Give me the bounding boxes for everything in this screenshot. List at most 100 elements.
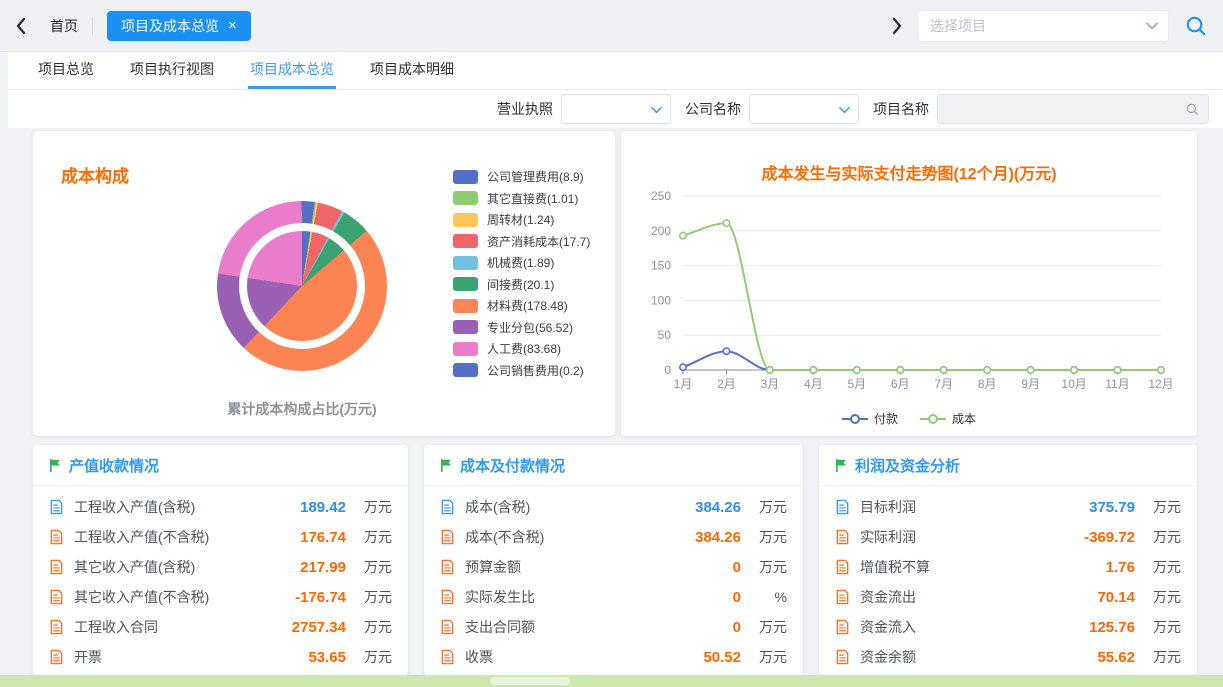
pie-legend-item[interactable]: 人工费(83.68) bbox=[453, 338, 590, 360]
metric-unit: 万元 bbox=[346, 497, 392, 517]
panel-title: 产值收款情况 bbox=[69, 455, 159, 476]
metric-label: 收票 bbox=[465, 647, 493, 667]
metric-unit: 万元 bbox=[1135, 527, 1181, 547]
series-marker bbox=[723, 348, 729, 354]
pie-legend-item[interactable]: 资产消耗成本(17.7) bbox=[453, 231, 590, 253]
svg-text:3月: 3月 bbox=[761, 377, 780, 391]
search-icon[interactable] bbox=[1185, 102, 1199, 116]
legend-label: 资产消耗成本(17.7) bbox=[487, 233, 590, 250]
license-filter-label: 营业执照 bbox=[497, 99, 553, 119]
document-icon bbox=[440, 649, 455, 665]
pie-legend-item[interactable]: 其它直接费(1.01) bbox=[453, 188, 590, 210]
metric-value: 384.26 bbox=[695, 529, 741, 546]
horizontal-scrollbar[interactable] bbox=[0, 675, 1223, 687]
chevron-down-icon bbox=[1146, 22, 1158, 30]
flag-icon bbox=[440, 458, 453, 473]
project-select[interactable] bbox=[917, 10, 1169, 42]
pie-legend-item[interactable]: 机械费(1.89) bbox=[453, 252, 590, 274]
forward-chevron-icon[interactable] bbox=[892, 18, 902, 34]
svg-text:8月: 8月 bbox=[978, 377, 997, 391]
nav-tab-3[interactable]: 项目成本总览 bbox=[248, 52, 336, 89]
metric-unit: 万元 bbox=[346, 617, 392, 637]
metric-value: 70.14 bbox=[1097, 589, 1135, 606]
metric-row: 工程收入产值(不含税) 176.74 万元 bbox=[49, 522, 392, 552]
metric-value: 0 bbox=[733, 559, 741, 576]
svg-text:250: 250 bbox=[651, 189, 671, 203]
metric-row: 其它收入产值(不含税) -176.74 万元 bbox=[49, 582, 392, 612]
legend-swatch bbox=[453, 213, 478, 227]
license-filter-select[interactable] bbox=[561, 94, 671, 124]
legend-label: 其它直接费(1.01) bbox=[487, 190, 578, 207]
metric-label: 实际利润 bbox=[860, 527, 916, 547]
legend-marker-icon bbox=[842, 413, 868, 425]
metric-value: 176.74 bbox=[300, 529, 346, 546]
dashboard-main: 成本构成 公司管理费用(8.9) 其它直接费(1.01) 周转材(1.24) 资… bbox=[0, 128, 1223, 687]
series-marker bbox=[680, 364, 686, 370]
document-icon bbox=[440, 499, 455, 515]
series-marker bbox=[680, 232, 686, 238]
metric-value: 2757.34 bbox=[292, 619, 346, 636]
line-legend-item[interactable]: 付款 bbox=[842, 410, 898, 427]
metric-row: 资金流入 125.76 万元 bbox=[835, 612, 1181, 642]
svg-text:50: 50 bbox=[658, 328, 672, 342]
legend-label: 人工费(83.68) bbox=[487, 340, 561, 357]
breadcrumb-tab-home[interactable]: 首页 bbox=[50, 16, 78, 36]
scrollbar-thumb[interactable] bbox=[490, 677, 570, 685]
metric-row: 成本(含税) 384.26 万元 bbox=[440, 492, 787, 522]
legend-swatch bbox=[453, 320, 478, 334]
metric-unit: 万元 bbox=[1135, 647, 1181, 667]
search-icon[interactable] bbox=[1184, 14, 1207, 37]
company-filter-select[interactable] bbox=[749, 94, 859, 124]
close-icon[interactable]: × bbox=[228, 18, 237, 33]
pie-legend-item[interactable]: 材料费(178.48) bbox=[453, 295, 590, 317]
pie-chart-title: 成本构成 bbox=[61, 162, 129, 187]
pie-legend-item[interactable]: 公司管理费用(8.9) bbox=[453, 166, 590, 188]
panel-rows: 工程收入产值(含税) 189.42 万元 工程收入产值(不含税) 176.74 … bbox=[33, 486, 408, 672]
svg-text:9月: 9月 bbox=[1021, 377, 1040, 391]
nav-tab-2[interactable]: 项目执行视图 bbox=[128, 52, 216, 89]
pie-legend-item[interactable]: 公司销售费用(0.2) bbox=[453, 360, 590, 382]
legend-swatch bbox=[453, 170, 478, 184]
metric-unit: 万元 bbox=[1135, 587, 1181, 607]
svg-text:11月: 11月 bbox=[1105, 377, 1129, 391]
pie-legend-item[interactable]: 周转材(1.24) bbox=[453, 209, 590, 231]
line-legend-item[interactable]: 成本 bbox=[920, 410, 976, 427]
legend-swatch bbox=[453, 342, 478, 356]
flag-icon bbox=[49, 458, 62, 473]
project-name-input[interactable] bbox=[947, 100, 1185, 118]
metric-unit: 万元 bbox=[1135, 617, 1181, 637]
company-filter-label: 公司名称 bbox=[685, 99, 741, 119]
nav-tab-4[interactable]: 项目成本明细 bbox=[368, 52, 456, 89]
legend-label: 专业分包(56.52) bbox=[487, 319, 573, 336]
pie-legend-item[interactable]: 专业分包(56.52) bbox=[453, 317, 590, 339]
metric-row: 增值税不算 1.76 万元 bbox=[835, 552, 1181, 582]
document-icon bbox=[835, 589, 850, 605]
metric-label: 目标利润 bbox=[860, 497, 916, 517]
project-select-input[interactable] bbox=[928, 17, 1146, 35]
document-icon bbox=[835, 619, 850, 635]
metric-value: 0 bbox=[733, 619, 741, 636]
series-marker bbox=[897, 367, 903, 373]
pie-legend-item[interactable]: 间接费(20.1) bbox=[453, 274, 590, 296]
flag-icon bbox=[835, 458, 848, 473]
breadcrumb-tab-active[interactable]: 项目及成本总览 × bbox=[107, 11, 251, 41]
legend-swatch bbox=[453, 277, 478, 291]
back-chevron-icon[interactable] bbox=[16, 18, 26, 34]
legend-label: 材料费(178.48) bbox=[487, 297, 568, 314]
metric-value: 189.42 bbox=[300, 499, 346, 516]
svg-text:4月: 4月 bbox=[804, 377, 823, 391]
svg-text:12月: 12月 bbox=[1148, 377, 1173, 391]
metric-value: 125.76 bbox=[1089, 619, 1135, 636]
legend-label: 机械费(1.89) bbox=[487, 254, 554, 271]
active-tab-label: 项目及成本总览 bbox=[121, 16, 219, 36]
svg-text:10月: 10月 bbox=[1061, 377, 1086, 391]
svg-text:150: 150 bbox=[651, 259, 671, 273]
metric-label: 资金流入 bbox=[860, 617, 916, 637]
nav-tab-1[interactable]: 项目总览 bbox=[36, 52, 96, 89]
series-marker bbox=[1158, 367, 1164, 373]
project-name-input-wrap bbox=[937, 94, 1209, 124]
metric-value: 1.76 bbox=[1106, 559, 1135, 576]
svg-text:2月: 2月 bbox=[717, 377, 736, 391]
legend-swatch bbox=[453, 299, 478, 313]
document-icon bbox=[835, 559, 850, 575]
